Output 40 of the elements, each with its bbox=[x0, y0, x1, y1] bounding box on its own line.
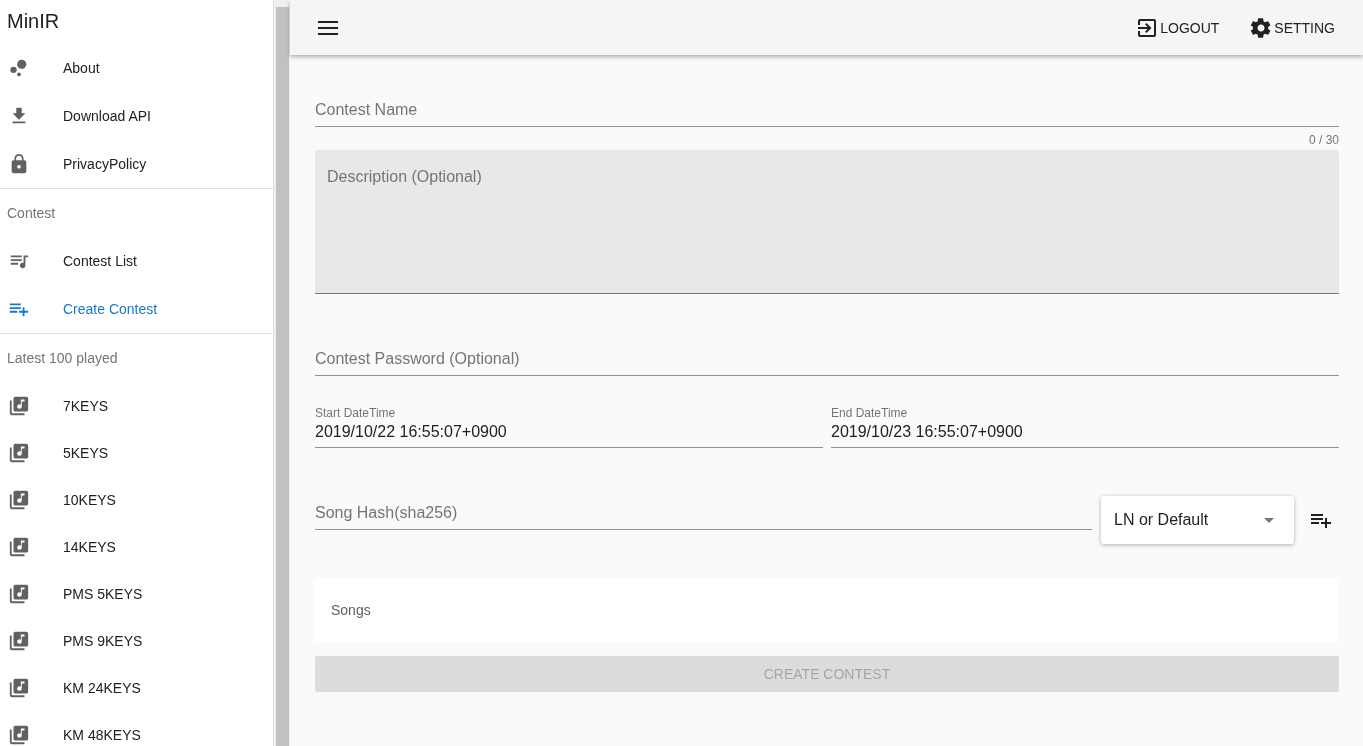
field-label: Start DateTime bbox=[315, 406, 396, 420]
nav-item[interactable]: About bbox=[0, 44, 273, 92]
password-field[interactable]: Contest Password (Optional) bbox=[315, 342, 1339, 376]
nav-item[interactable]: 5KEYS bbox=[0, 429, 273, 476]
menu-icon bbox=[318, 20, 338, 35]
nav-item[interactable]: Create Contest bbox=[0, 285, 273, 333]
end-datetime-field[interactable]: 2019/10/23 16:55:07+0900 bbox=[831, 420, 1339, 448]
nav-item[interactable]: KM 48KEYS bbox=[0, 711, 273, 746]
caret-icon bbox=[1264, 517, 1274, 523]
music-library-icon bbox=[8, 629, 30, 652]
nav-item[interactable]: PMS 9KEYS bbox=[0, 617, 273, 664]
music-library-icon bbox=[8, 582, 30, 605]
settings-button[interactable]: SETTING bbox=[1245, 11, 1339, 44]
contest-name-field[interactable]: Contest Name bbox=[315, 93, 1339, 127]
nav-item[interactable]: PMS 5KEYS bbox=[0, 570, 273, 617]
description-field[interactable]: Description (Optional) bbox=[315, 150, 1339, 294]
music-library-icon bbox=[8, 723, 30, 746]
field-label: End DateTime bbox=[831, 406, 908, 420]
nav-item[interactable]: Download API bbox=[0, 92, 273, 140]
nav-item[interactable]: 14KEYS bbox=[0, 523, 273, 570]
logout-button[interactable]: LOGOUT bbox=[1131, 11, 1224, 44]
music-library-icon bbox=[8, 394, 30, 417]
app-title: MinIR bbox=[6, 9, 61, 34]
music-library-icon bbox=[8, 676, 30, 699]
nav-item[interactable]: Contest List bbox=[0, 237, 273, 285]
nav-item[interactable]: KM 24KEYS bbox=[0, 664, 273, 711]
song-hash-field[interactable]: Song Hash(sha256) bbox=[315, 496, 1092, 530]
character-counter: 0 / 30 bbox=[1307, 133, 1339, 147]
music-library-icon bbox=[8, 441, 30, 464]
music-library-icon bbox=[8, 535, 30, 558]
songs-label: Songs bbox=[331, 602, 371, 618]
scrollbar[interactable] bbox=[274, 0, 290, 746]
nav-item[interactable]: 10KEYS bbox=[0, 476, 273, 523]
nav-item[interactable]: 7KEYS bbox=[0, 382, 273, 429]
section-header: Latest 100 played bbox=[6, 349, 119, 368]
section-header: Contest bbox=[6, 204, 57, 223]
music-library-icon bbox=[8, 488, 30, 511]
mode-dropdown[interactable]: LN or Default bbox=[1101, 496, 1294, 544]
nav-item[interactable]: PrivacyPolicy bbox=[0, 140, 273, 188]
start-datetime-field[interactable]: 2019/10/22 16:55:07+0900 bbox=[315, 420, 823, 448]
